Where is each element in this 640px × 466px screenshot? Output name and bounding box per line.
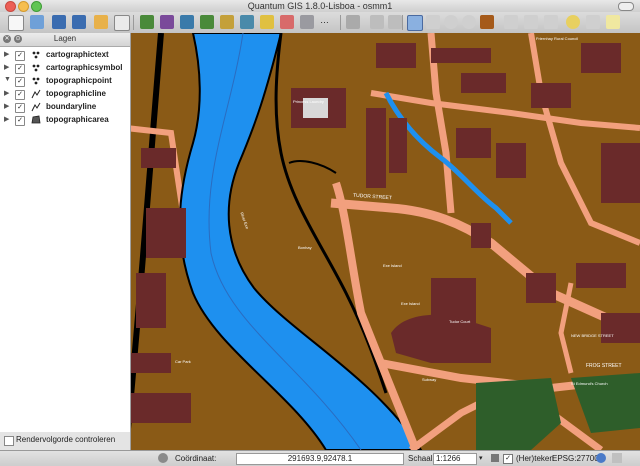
coordinate-field[interactable]: 291693.9,92478.1 xyxy=(236,453,404,465)
new-bookmark-icon[interactable] xyxy=(586,15,600,29)
line-layer-icon xyxy=(31,89,41,99)
layer-visibility-checkbox[interactable]: ✓ xyxy=(15,51,25,61)
coordinate-label: Coördinaat: xyxy=(175,454,217,463)
map-rendering xyxy=(131,33,640,450)
render-order-checkbox[interactable] xyxy=(4,436,14,446)
open-project-icon[interactable] xyxy=(30,15,44,29)
layer-row[interactable]: ▶ ✓ boundaryline xyxy=(0,101,130,114)
polygon-layer-icon xyxy=(31,115,41,125)
chevron-down-icon[interactable]: ▼ xyxy=(4,76,11,83)
point-layer-icon xyxy=(31,50,41,60)
zoom-full-icon[interactable] xyxy=(480,15,494,29)
add-wms-layer-icon[interactable] xyxy=(220,15,234,29)
window-title: Quantum GIS 1.8.0-Lisboa - osmm1 xyxy=(247,1,393,11)
pan-tool-icon[interactable] xyxy=(407,15,423,31)
map-label: Princess Laundry xyxy=(293,99,324,104)
layer-row[interactable]: ▶ ✓ cartographictext xyxy=(0,49,130,62)
scale-dropdown-icon[interactable]: ▾ xyxy=(479,454,483,462)
chevron-right-icon[interactable]: ▶ xyxy=(4,102,9,110)
text-annotation-icon[interactable] xyxy=(606,15,620,29)
save-project-icon[interactable] xyxy=(52,15,66,29)
layer-row[interactable]: ▶ ✓ cartographicsymbol xyxy=(0,62,130,75)
pan-to-selection-icon[interactable] xyxy=(426,15,440,29)
layer-name: topographicline xyxy=(46,89,106,98)
point-layer-icon xyxy=(31,63,41,73)
layer-visibility-checkbox[interactable]: ✓ xyxy=(15,64,25,74)
composer-manager-icon[interactable] xyxy=(114,15,130,31)
message-icon[interactable] xyxy=(612,453,622,463)
toolbar-separator xyxy=(402,15,403,30)
zoom-in-icon[interactable] xyxy=(444,15,458,29)
redo-icon[interactable] xyxy=(388,15,402,29)
map-label: Tudor Court xyxy=(449,319,471,324)
layer-name: cartographicsymbol xyxy=(46,63,123,72)
add-vector-layer-icon[interactable] xyxy=(140,15,154,29)
layers-panel-header: ✕ ⊙ Lagen xyxy=(0,33,130,47)
render-order-label: Rendervolgorde controleren xyxy=(16,435,116,444)
map-label: Exe Island xyxy=(401,301,420,306)
add-raster-layer-icon[interactable] xyxy=(160,15,174,29)
render-order-bar: Rendervolgorde controleren xyxy=(0,432,131,450)
main-toolbar: … xyxy=(0,12,640,34)
zoom-out-icon[interactable] xyxy=(462,15,476,29)
map-label: Subway xyxy=(422,377,437,382)
status-bar: Coördinaat: 291693.9,92478.1 Schaal 1:12… xyxy=(0,450,640,466)
map-label: Bonhay xyxy=(298,245,312,250)
toolbar-toggle-button[interactable] xyxy=(618,2,634,11)
point-layer-icon xyxy=(31,76,41,86)
edit-layer-icon[interactable] xyxy=(300,15,314,29)
layer-name: topographicpoint xyxy=(46,76,112,85)
crs-label[interactable]: EPSG:27700 xyxy=(552,453,599,464)
map-label: Car Park xyxy=(175,359,191,364)
toolbar-separator xyxy=(133,15,134,30)
add-postgis-layer-icon[interactable] xyxy=(180,15,194,29)
new-shapefile-icon[interactable] xyxy=(260,15,274,29)
layer-name: topographicarea xyxy=(46,115,109,124)
layer-visibility-checkbox[interactable]: ✓ xyxy=(15,116,25,126)
layer-name: cartographictext xyxy=(46,50,109,59)
add-wfs-layer-icon[interactable] xyxy=(240,15,254,29)
remove-layer-icon[interactable] xyxy=(280,15,294,29)
crs-icon[interactable] xyxy=(596,453,606,463)
print-composer-icon[interactable] xyxy=(94,15,108,29)
layer-visibility-checkbox[interactable]: ✓ xyxy=(15,77,25,87)
layer-row[interactable]: ▶ ✓ topographicarea xyxy=(0,114,130,127)
digitize-icon[interactable] xyxy=(346,15,360,29)
chevron-right-icon[interactable]: ▶ xyxy=(4,115,9,123)
map-label: St Edmund's Church xyxy=(571,381,608,386)
layer-visibility-checkbox[interactable]: ✓ xyxy=(15,103,25,113)
chevron-right-icon[interactable]: ▶ xyxy=(4,89,9,97)
new-project-icon[interactable] xyxy=(8,15,24,31)
layer-list: ▶ ✓ cartographictext ▶ ✓ cartographicsymbol ▼ ✓… xyxy=(0,47,130,127)
map-tips-icon[interactable] xyxy=(566,15,580,29)
layers-panel-title: Lagen xyxy=(53,34,77,43)
measure-tool-icon[interactable] xyxy=(544,15,558,29)
layer-row[interactable]: ▶ ✓ topographicline xyxy=(0,88,130,101)
layer-visibility-checkbox[interactable]: ✓ xyxy=(15,90,25,100)
map-label: Friernhay Rural Council xyxy=(536,36,579,41)
scale-label: Schaal xyxy=(408,454,433,463)
save-as-icon[interactable] xyxy=(72,15,86,29)
add-spatialite-layer-icon[interactable] xyxy=(200,15,214,29)
select-features-icon[interactable] xyxy=(524,15,538,29)
map-label: FROG STREET xyxy=(586,363,622,369)
identify-tool-icon[interactable] xyxy=(504,15,518,29)
layers-panel: ✕ ⊙ Lagen ▶ ✓ cartographictext ▶ ✓ cartograph… xyxy=(0,33,131,432)
toolbar-overflow-label[interactable]: … xyxy=(320,15,329,25)
render-checkbox[interactable]: ✓ xyxy=(503,454,513,464)
undo-icon[interactable] xyxy=(370,15,384,29)
render-label: (Her)teken xyxy=(516,454,554,463)
line-layer-icon xyxy=(31,102,41,112)
layer-row[interactable]: ▼ ✓ topographicpoint xyxy=(0,75,130,88)
chevron-right-icon[interactable]: ▶ xyxy=(4,50,9,58)
layer-name: boundaryline xyxy=(46,102,97,111)
map-label: Exe Island xyxy=(383,263,402,268)
stop-render-icon[interactable] xyxy=(491,454,499,462)
scale-combobox[interactable]: 1:1266 xyxy=(433,453,477,465)
toolbar-separator xyxy=(340,15,341,30)
map-canvas[interactable]: TUDOR STREET FROG STREET Princess Laundr… xyxy=(131,33,640,450)
render-progress-icon xyxy=(158,453,168,463)
chevron-right-icon[interactable]: ▶ xyxy=(4,63,9,71)
map-label: NEW BRIDGE STREET xyxy=(571,333,614,338)
